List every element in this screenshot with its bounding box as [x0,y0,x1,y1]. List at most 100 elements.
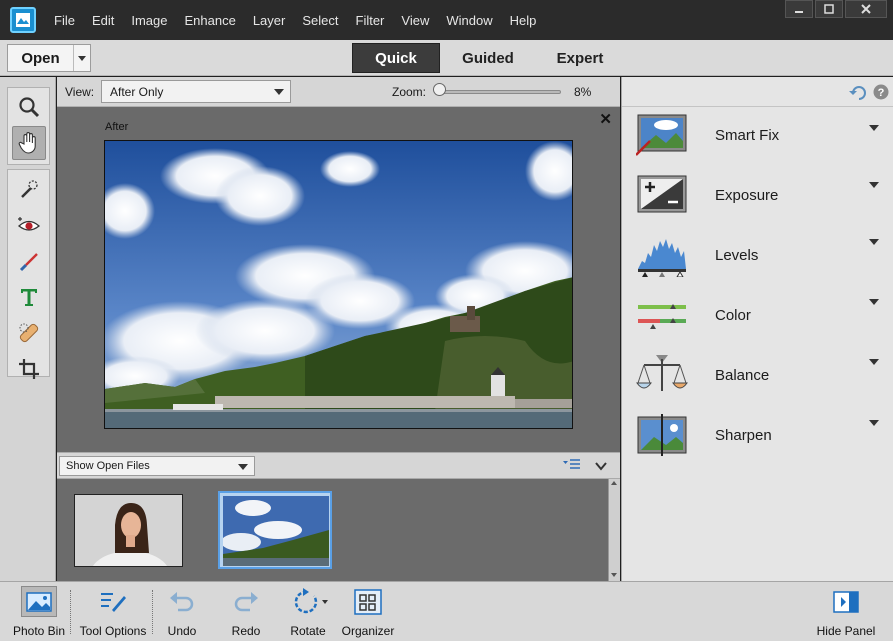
smart-fix-label: Smart Fix [715,127,780,144]
chevron-down-icon[interactable] [869,299,879,305]
crop-tool-icon[interactable] [12,352,46,386]
redo-label: Redo [231,624,261,638]
menu-filter[interactable]: Filter [356,13,385,28]
smart-fix-icon [635,113,688,157]
organizer-button[interactable]: Organizer [342,586,394,638]
bin-options-icon[interactable] [563,459,581,474]
adjustment-balance[interactable]: Balance [622,347,893,407]
organizer-icon [350,586,386,617]
view-select-value: After Only [110,85,164,99]
redo-icon [228,586,264,617]
menu-edit[interactable]: Edit [92,13,114,28]
color-label: Color [715,307,751,324]
rotate-label: Rotate [290,624,326,638]
menu-select[interactable]: Select [302,13,338,28]
sharpen-icon [636,413,688,457]
bottom-taskbar: Photo Bin Tool Options Undo Redo Rotate … [0,581,893,641]
show-open-files-select[interactable]: Show Open Files [59,456,255,476]
divider [70,590,71,634]
collapse-bin-icon[interactable] [595,460,607,474]
menu-layer[interactable]: Layer [253,13,286,28]
chevron-down-icon[interactable] [869,182,879,188]
view-options-bar: View: After Only Zoom: 8% [57,77,620,107]
spot-healing-tool-icon[interactable] [12,316,46,350]
menu-view[interactable]: View [401,13,429,28]
image-canvas: After ✕ [57,107,620,452]
menu-help[interactable]: Help [510,13,537,28]
adjustment-levels[interactable]: Levels [622,227,893,287]
minimize-button[interactable] [785,0,813,18]
hand-tool-icon[interactable] [11,126,46,160]
zoom-value: 8% [574,85,592,99]
chevron-down-icon[interactable] [869,359,879,365]
whiten-teeth-tool-icon[interactable] [12,244,46,278]
tool-options-icon [95,586,131,617]
after-label: After [105,121,129,133]
photo-bin-button[interactable]: Photo Bin [12,586,66,638]
mode-tabs: Quick Guided Expert [352,43,628,73]
edit-tools-group [7,169,50,379]
chevron-down-icon [238,464,248,470]
open-button[interactable]: Open [7,44,91,72]
chevron-down-icon [274,89,284,95]
view-select[interactable]: After Only [101,80,291,103]
bin-scrollbar[interactable] [608,479,620,581]
redo-button[interactable]: Redo [228,586,264,638]
rotate-button[interactable]: Rotate [290,586,328,638]
exposure-label: Exposure [715,187,779,204]
menu-image[interactable]: Image [131,13,167,28]
balance-label: Balance [715,367,770,384]
hide-panel-button[interactable]: Hide Panel [816,586,876,638]
photo-bin [57,479,620,581]
close-icon[interactable]: ✕ [599,110,612,128]
mode-bar: Open Quick Guided Expert [0,40,893,76]
reset-panel-icon[interactable] [849,84,867,103]
chevron-down-icon[interactable] [869,125,879,131]
menu-bar: File Edit Image Enhance Layer Select Fil… [0,0,893,40]
adjustment-exposure[interactable]: Exposure [622,167,893,227]
adjustment-sharpen[interactable]: Sharpen [622,407,893,467]
open-dropdown-icon[interactable] [74,45,90,71]
quick-selection-tool-icon[interactable] [12,172,46,206]
main-menu: File Edit Image Enhance Layer Select Fil… [54,13,553,28]
chevron-down-icon[interactable] [869,239,879,245]
undo-button[interactable]: Undo [164,586,200,638]
tab-quick[interactable]: Quick [352,43,440,73]
thumbnail-portrait[interactable] [74,494,183,567]
menu-file[interactable]: File [54,13,75,28]
adjustments-panel: ? Smart Fix Exposure Levels Color Balanc… [621,77,893,581]
chevron-down-icon[interactable] [869,420,879,426]
levels-label: Levels [715,247,759,264]
undo-icon [164,586,200,617]
maximize-button[interactable] [815,0,843,18]
photo-bin-icon [21,586,57,617]
adjustment-smart-fix[interactable]: Smart Fix [622,107,893,167]
close-window-button[interactable] [845,0,887,18]
tools-panel [0,77,56,581]
zoom-tool-icon[interactable] [12,90,46,124]
adjustment-color[interactable]: Color [622,287,893,347]
exposure-icon [636,173,688,217]
show-open-files-value: Show Open Files [66,460,150,472]
levels-icon [636,233,688,278]
zoom-slider-track[interactable] [435,90,561,94]
zoom-slider-handle[interactable] [433,83,446,96]
tool-options-label: Tool Options [79,624,147,638]
open-button-label: Open [8,45,74,71]
type-tool-icon[interactable] [12,280,46,314]
tab-expert[interactable]: Expert [536,43,624,73]
red-eye-tool-icon[interactable] [12,208,46,242]
panel-header: ? [622,77,893,107]
help-icon[interactable]: ? [873,84,889,103]
menu-window[interactable]: Window [446,13,492,28]
divider [152,590,153,634]
menu-enhance[interactable]: Enhance [185,13,236,28]
photo-bin-label: Photo Bin [12,624,66,638]
tool-options-button[interactable]: Tool Options [80,586,146,638]
thumbnail-landscape[interactable] [218,491,332,569]
hide-panel-label: Hide Panel [816,624,876,638]
tab-guided[interactable]: Guided [444,43,532,73]
zoom-label: Zoom: [392,85,427,99]
landscape-photo[interactable] [104,140,573,429]
app-logo-icon [10,7,36,33]
